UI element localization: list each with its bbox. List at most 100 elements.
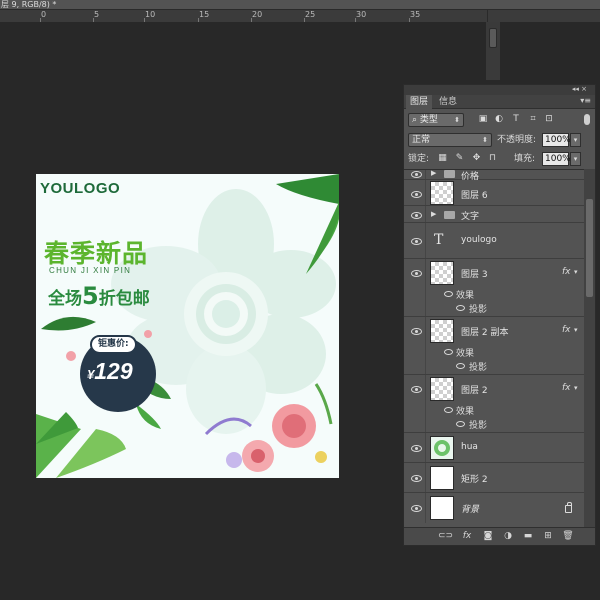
fill-dropdown-icon[interactable]: ▾ bbox=[570, 152, 581, 166]
canvas-artwork[interactable]: YOULOGO 春季新品 CHUN JI XIN PIN 全场5折包邮 钜惠价:… bbox=[36, 174, 339, 478]
price-amount: 129 bbox=[94, 358, 133, 384]
photoshop-window: 层 9, RGB/8) * 0 5 10 15 20 25 30 35 YOUL… bbox=[0, 0, 600, 600]
document-tab-title[interactable]: 层 9, RGB/8) * bbox=[0, 0, 56, 9]
effect-name[interactable]: 投影 bbox=[469, 302, 487, 315]
layer-name: 背景 bbox=[461, 505, 480, 515]
effect-name[interactable]: 投影 bbox=[469, 418, 487, 431]
lock-position-icon[interactable]: ✥ bbox=[471, 153, 482, 164]
layer-name: 图层 2 副本 bbox=[461, 328, 509, 338]
visibility-eye-icon[interactable] bbox=[410, 268, 422, 278]
blend-mode-value: 正常 bbox=[412, 135, 431, 145]
layer-thumbnail bbox=[430, 181, 454, 205]
layer-row[interactable]: 图层 2 fx ▾ 效果 投影 bbox=[404, 375, 584, 433]
layer-list-scrollbar[interactable] bbox=[584, 169, 595, 527]
add-style-icon[interactable]: fx bbox=[461, 531, 473, 542]
row-divider bbox=[425, 463, 426, 492]
collapse-icon[interactable]: ◂◂ × bbox=[572, 85, 587, 93]
scrollbar-thumb[interactable] bbox=[586, 199, 593, 297]
smart-object-filter-icon[interactable]: ⊡ bbox=[544, 114, 554, 124]
poster-decorations bbox=[36, 174, 339, 478]
adjustment-filter-icon[interactable]: ◐ bbox=[494, 114, 504, 124]
visibility-eye-icon[interactable] bbox=[410, 170, 422, 179]
filter-kind-select[interactable]: ⌕ 类型 ⬍ bbox=[408, 113, 464, 127]
ruler-mark: 10 bbox=[145, 10, 156, 19]
row-divider bbox=[425, 223, 426, 258]
poster-sale-text: 全场5折包邮 bbox=[48, 282, 150, 310]
new-layer-icon[interactable]: ⊞ bbox=[542, 531, 554, 542]
tab-layers[interactable]: 图层 bbox=[406, 95, 433, 109]
lock-row: 锁定: ▦ ✎ ✥ ⊓ 填充: 100% ▾ bbox=[404, 151, 595, 169]
layer-row[interactable]: 图层 2 副本 fx ▾ 效果 投影 bbox=[404, 317, 584, 375]
shape-filter-icon[interactable]: ⌗ bbox=[528, 114, 538, 124]
lock-pixels-icon[interactable]: ✎ bbox=[454, 153, 465, 164]
add-mask-icon[interactable]: ◙ bbox=[482, 531, 494, 542]
effect-name[interactable]: 投影 bbox=[469, 360, 487, 373]
layer-effects-icon[interactable]: fx bbox=[562, 267, 571, 277]
ruler-mark: 5 bbox=[94, 10, 100, 19]
visibility-eye-icon[interactable] bbox=[410, 236, 422, 246]
layer-row[interactable]: 图层 6 bbox=[404, 180, 584, 206]
visibility-eye-icon[interactable] bbox=[410, 473, 422, 483]
layer-row[interactable]: 矩形 2 bbox=[404, 463, 584, 493]
effect-visibility-icon[interactable] bbox=[456, 363, 465, 369]
opacity-dropdown-icon[interactable]: ▾ bbox=[570, 133, 581, 147]
fill-input[interactable]: 100% bbox=[542, 152, 571, 166]
search-icon: ⌕ bbox=[412, 115, 420, 125]
layer-name: hua bbox=[461, 442, 478, 452]
layer-name: 矩形 2 bbox=[461, 475, 488, 485]
visibility-eye-icon[interactable] bbox=[410, 384, 422, 394]
scrollbar-thumb[interactable] bbox=[489, 28, 497, 48]
visibility-eye-icon[interactable] bbox=[410, 503, 422, 513]
visibility-eye-icon[interactable] bbox=[410, 443, 422, 453]
opacity-input[interactable]: 100% bbox=[542, 133, 571, 147]
visibility-eye-icon[interactable] bbox=[410, 189, 422, 199]
effect-visibility-icon[interactable] bbox=[456, 421, 465, 427]
layer-row[interactable]: T youlogo bbox=[404, 223, 584, 259]
blend-mode-select[interactable]: 正常 ⬍ bbox=[408, 133, 492, 147]
layer-name: 图层 2 bbox=[461, 386, 488, 396]
palm-leaf-bottom bbox=[36, 412, 126, 478]
visibility-eye-icon[interactable] bbox=[410, 326, 422, 336]
adjustment-layer-icon[interactable]: ◑ bbox=[502, 531, 514, 542]
expand-caret-icon[interactable]: ▶ bbox=[431, 170, 436, 177]
panel-menu-icon[interactable]: ▾≡ bbox=[580, 96, 591, 105]
layer-row[interactable]: hua bbox=[404, 433, 584, 463]
type-filter-icon[interactable]: T bbox=[511, 114, 521, 124]
effects-toggle-icon[interactable]: ▾ bbox=[574, 326, 578, 334]
layer-row[interactable]: 图层 3 fx ▾ 效果 投影 bbox=[404, 259, 584, 317]
ruler-mark: 20 bbox=[252, 10, 263, 19]
panel-title-bar[interactable]: ◂◂ × bbox=[404, 85, 595, 95]
filter-toggle[interactable] bbox=[584, 114, 590, 125]
link-layers-icon[interactable]: ⊂⊃ bbox=[438, 531, 453, 542]
layer-row[interactable]: ▶ 文字 bbox=[404, 206, 584, 223]
layer-row[interactable]: ▶ 价格 bbox=[404, 170, 584, 182]
effects-toggle-icon[interactable]: ▾ bbox=[574, 384, 578, 392]
effects-visibility-icon[interactable] bbox=[444, 291, 453, 297]
layer-effects-icon[interactable]: fx bbox=[562, 325, 571, 335]
effects-visibility-icon[interactable] bbox=[444, 407, 453, 413]
effects-toggle-icon[interactable]: ▾ bbox=[574, 268, 578, 276]
layer-thumbnail bbox=[430, 377, 454, 401]
tab-info[interactable]: 信息 bbox=[435, 95, 461, 109]
ruler-tick bbox=[409, 18, 410, 22]
opacity-label: 不透明度: bbox=[497, 135, 537, 145]
lock-label: 锁定: bbox=[408, 154, 430, 164]
ruler-mark: 35 bbox=[410, 10, 421, 19]
expand-caret-icon[interactable]: ▶ bbox=[431, 210, 436, 218]
price-label: 钜惠价: bbox=[90, 335, 137, 354]
trash-icon[interactable]: 🗑 bbox=[562, 531, 574, 542]
layer-row[interactable]: 背景 bbox=[404, 493, 584, 523]
ruler-mark: 30 bbox=[356, 10, 367, 19]
sale-suffix: 折包邮 bbox=[98, 289, 150, 309]
canvas-vertical-scrollbar[interactable] bbox=[486, 22, 500, 80]
effects-visibility-icon[interactable] bbox=[444, 349, 453, 355]
visibility-eye-icon[interactable] bbox=[410, 210, 422, 220]
layer-effects-icon[interactable]: fx bbox=[562, 383, 571, 393]
lock-all-icon[interactable]: ⊓ bbox=[487, 153, 498, 164]
effect-visibility-icon[interactable] bbox=[456, 305, 465, 311]
new-group-icon[interactable]: ▬ bbox=[522, 531, 534, 542]
pixel-filter-icon[interactable]: ▣ bbox=[478, 114, 488, 124]
sale-number: 5 bbox=[82, 282, 99, 310]
layer-name: 图层 6 bbox=[461, 191, 488, 201]
lock-transparency-icon[interactable]: ▦ bbox=[437, 153, 448, 164]
